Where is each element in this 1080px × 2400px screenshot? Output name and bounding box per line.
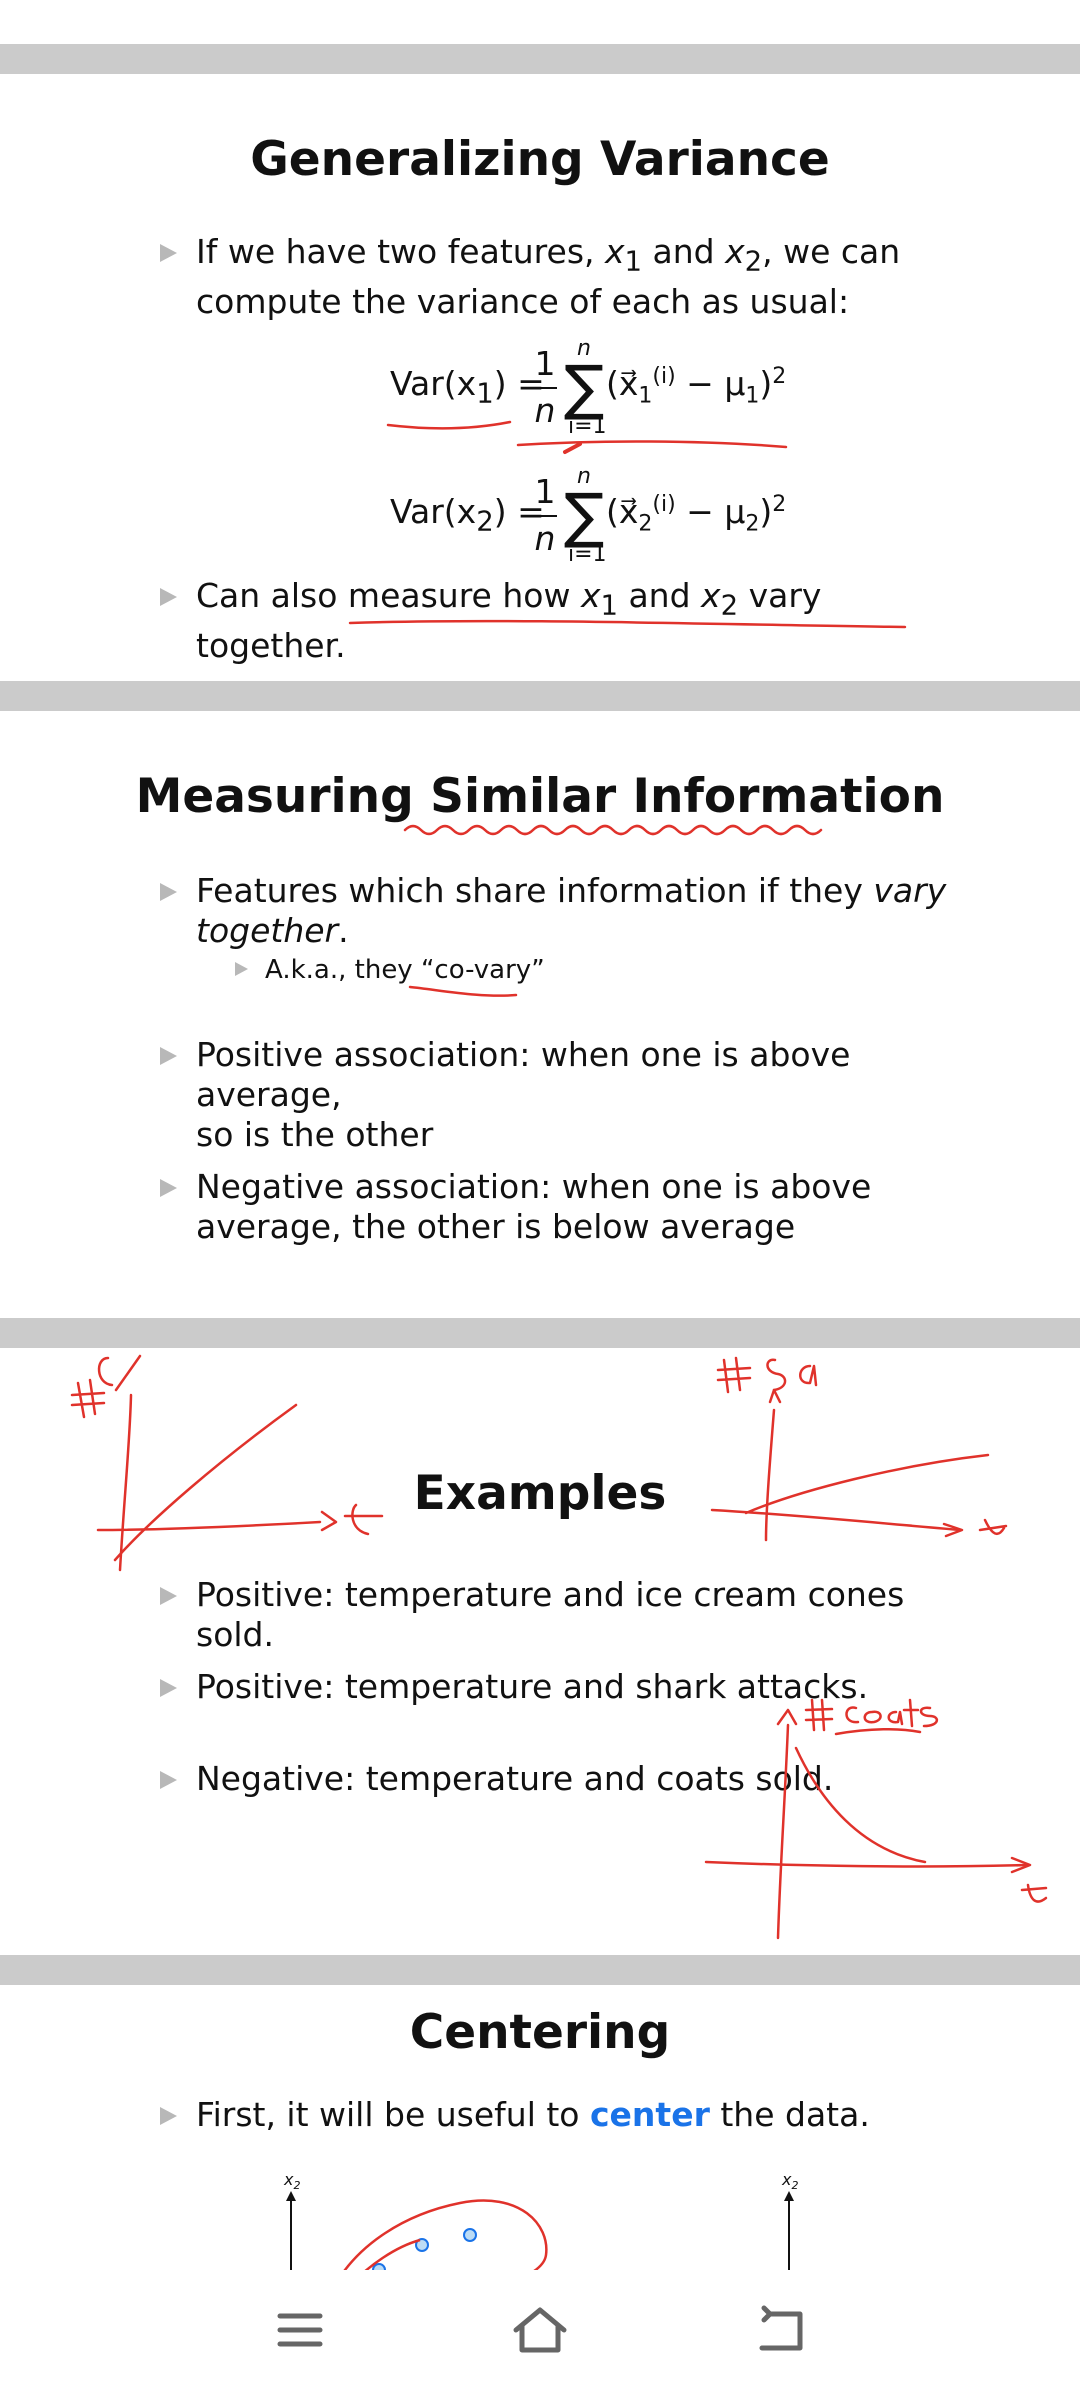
- ink-underline-co-vary: [408, 985, 518, 997]
- home-icon: [513, 2307, 567, 2353]
- ink-underline-vary-together: [348, 619, 907, 629]
- ink-wavy-underline-title: [403, 824, 823, 836]
- menu-button[interactable]: [240, 2270, 360, 2400]
- ink-plot-negative-coats: [704, 1698, 1048, 1940]
- menu-icon: [277, 2313, 323, 2347]
- ink-underline-var-x1: [386, 420, 512, 430]
- ink-plot-positive-right: [710, 1356, 1008, 1542]
- navigation-bar: [0, 2270, 1080, 2400]
- home-button[interactable]: [480, 2270, 600, 2400]
- back-button[interactable]: [720, 2270, 840, 2400]
- back-icon: [759, 2305, 803, 2351]
- ink-tick: [563, 442, 582, 454]
- ink-plot-positive-left: [70, 1354, 384, 1572]
- ink-underline-sum: [516, 440, 788, 449]
- handwritten-annotations: [70, 420, 1048, 1940]
